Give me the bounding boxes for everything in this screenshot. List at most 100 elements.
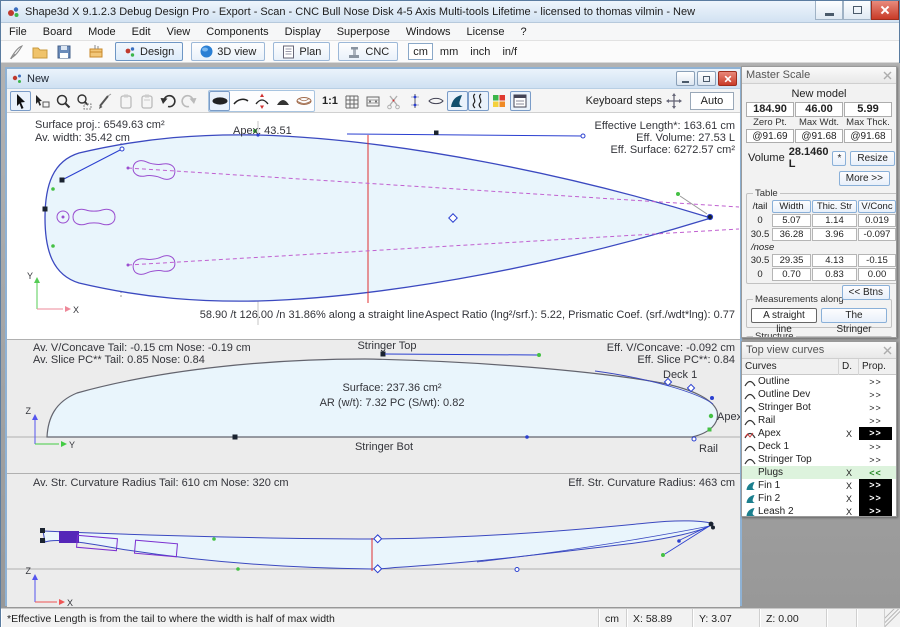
thickness-field[interactable]: 5.99 xyxy=(844,102,892,117)
table-cell[interactable]: 5.07 xyxy=(772,214,811,227)
curve-row-fin1[interactable]: Fin 1 X >> xyxy=(742,479,896,492)
rocker-view-button[interactable] xyxy=(230,91,251,111)
fins-toggle[interactable] xyxy=(447,91,468,111)
curve-row-plugs[interactable]: Plugs X << xyxy=(742,466,896,479)
resize-button[interactable]: Resize xyxy=(850,151,895,166)
grid-toggle[interactable] xyxy=(342,91,363,111)
prop-button[interactable]: >> xyxy=(859,403,892,413)
curve-row-apex[interactable]: Apex X >> xyxy=(742,427,896,440)
nose-green-marker[interactable] xyxy=(676,192,680,196)
export-button[interactable] xyxy=(85,42,107,61)
table-cell[interactable]: 0.019 xyxy=(858,214,896,227)
more-button[interactable]: More >> xyxy=(839,171,890,186)
redo-button[interactable] xyxy=(178,91,199,111)
profile-view-pane[interactable]: Av. Str. Curvature Radius Tail: 610 cm N… xyxy=(7,473,740,607)
btns-toggle-button[interactable]: << Btns xyxy=(842,285,890,300)
freehand-tool[interactable] xyxy=(94,91,115,111)
auto-button[interactable]: Auto xyxy=(690,92,734,110)
properties-panel-toggle[interactable] xyxy=(510,91,531,111)
width-field[interactable]: 46.00 xyxy=(795,102,843,117)
board-outline-toggle[interactable] xyxy=(426,91,447,111)
prop-button[interactable]: >> xyxy=(859,479,892,492)
close-icon[interactable] xyxy=(883,71,892,80)
menu-board[interactable]: Board xyxy=(35,26,80,38)
zoom-window-tool[interactable] xyxy=(73,91,94,111)
control-point[interactable] xyxy=(43,207,48,212)
wireframe-view-button[interactable] xyxy=(293,91,314,111)
slice-view-canvas[interactable]: Av. V/Concave Tail: -0.15 cm Nose: -0.19… xyxy=(7,340,740,474)
prop-button[interactable]: >> xyxy=(859,455,892,465)
table-cell[interactable]: -0.097 xyxy=(858,228,896,241)
undo-button[interactable] xyxy=(157,91,178,111)
unit-mm-button[interactable]: mm xyxy=(435,46,463,58)
stringer-bot-point[interactable] xyxy=(233,435,238,440)
curves-panel-titlebar[interactable]: Top view curves xyxy=(742,342,896,359)
table-cell[interactable]: 1.14 xyxy=(812,214,857,227)
table-cell[interactable]: 29.35 xyxy=(772,254,811,267)
copy-tool[interactable] xyxy=(115,91,136,111)
menu-mode[interactable]: Mode xyxy=(80,26,124,38)
maximize-button[interactable] xyxy=(843,1,871,20)
bottom-control-point[interactable] xyxy=(515,568,519,572)
zoom-tool[interactable] xyxy=(52,91,73,111)
curve-row-fin2[interactable]: Fin 2 X >> xyxy=(742,492,896,505)
prop-button[interactable]: >> xyxy=(859,442,892,452)
document-titlebar[interactable]: New xyxy=(7,69,740,89)
slice-view-button[interactable] xyxy=(251,91,272,111)
handle-endpoint[interactable] xyxy=(120,147,124,151)
prop-button[interactable]: << xyxy=(859,468,892,478)
handle-endpoint[interactable] xyxy=(581,134,585,138)
plan-button[interactable]: Plan xyxy=(273,42,330,61)
table-cell[interactable]: -0.15 xyxy=(858,254,896,267)
move-cross-icon[interactable] xyxy=(666,93,682,109)
profile-view-canvas[interactable]: Av. Str. Curvature Radius Tail: 610 cm N… xyxy=(7,474,740,608)
menu-view[interactable]: View xyxy=(159,26,199,38)
cnc-button[interactable]: CNC xyxy=(338,42,398,61)
colors-toggle[interactable] xyxy=(489,91,510,111)
rail-point[interactable] xyxy=(692,437,696,441)
scale-1-1-button[interactable]: 1:1 xyxy=(318,95,342,107)
slices-grid-toggle[interactable] xyxy=(363,91,384,111)
unit-inch-button[interactable]: inch xyxy=(465,46,495,58)
prop-button[interactable]: >> xyxy=(859,427,892,440)
table-cell[interactable]: 0.83 xyxy=(812,268,857,281)
plan-view-pane[interactable]: Surface proj.: 6549.63 cm² Av. width: 35… xyxy=(7,113,740,339)
save-button[interactable] xyxy=(53,42,75,61)
curve-row-outline-dev[interactable]: Outline Dev >> xyxy=(742,388,896,401)
3d-view-button[interactable]: 3D view xyxy=(191,42,265,61)
deck-view-button[interactable] xyxy=(272,91,293,111)
length-field[interactable]: 184.90 xyxy=(746,102,794,117)
curve-row-stringer-top[interactable]: Stringer Top >> xyxy=(742,453,896,466)
apex-point[interactable] xyxy=(709,414,713,418)
open-file-button[interactable] xyxy=(29,42,51,61)
unit-cm-button[interactable]: cm xyxy=(408,43,433,60)
prop-button[interactable]: >> xyxy=(859,416,892,426)
prop-button[interactable]: >> xyxy=(859,377,892,387)
unit-inf-button[interactable]: in/f xyxy=(497,46,522,58)
new-file-button[interactable] xyxy=(5,42,27,61)
select-tool[interactable] xyxy=(10,91,31,111)
width-col-button[interactable]: Width xyxy=(772,200,811,213)
menu-windows[interactable]: Windows xyxy=(398,26,459,38)
table-cell[interactable]: 3.96 xyxy=(812,228,857,241)
nose-tangent-handle[interactable] xyxy=(347,134,583,136)
stringer-top-handle[interactable] xyxy=(385,354,537,355)
paste-tool[interactable] xyxy=(136,91,157,111)
curve-row-deck1[interactable]: Deck 1 >> xyxy=(742,440,896,453)
curve-row-rail[interactable]: Rail >> xyxy=(742,414,896,427)
prop-button[interactable]: >> xyxy=(859,390,892,400)
table-cell[interactable]: 0.00 xyxy=(858,268,896,281)
menu-components[interactable]: Components xyxy=(198,26,276,38)
table-cell[interactable]: 4.13 xyxy=(812,254,857,267)
tail-fin-box-filled[interactable] xyxy=(59,531,79,543)
menu-superpose[interactable]: Superpose xyxy=(329,26,398,38)
handle-endpoint[interactable] xyxy=(677,539,681,543)
slice-view-pane[interactable]: Av. V/Concave Tail: -0.15 cm Nose: -0.19… xyxy=(7,339,740,473)
table-cell[interactable]: 36.28 xyxy=(772,228,811,241)
master-scale-titlebar[interactable]: Master Scale xyxy=(742,67,896,84)
doc-restore-button[interactable] xyxy=(697,71,716,86)
nose-control-point[interactable] xyxy=(707,214,712,219)
board-outline[interactable] xyxy=(45,135,711,301)
max-wdt-field[interactable]: @91.68 xyxy=(795,129,843,143)
curve-row-outline[interactable]: Outline >> xyxy=(742,375,896,388)
